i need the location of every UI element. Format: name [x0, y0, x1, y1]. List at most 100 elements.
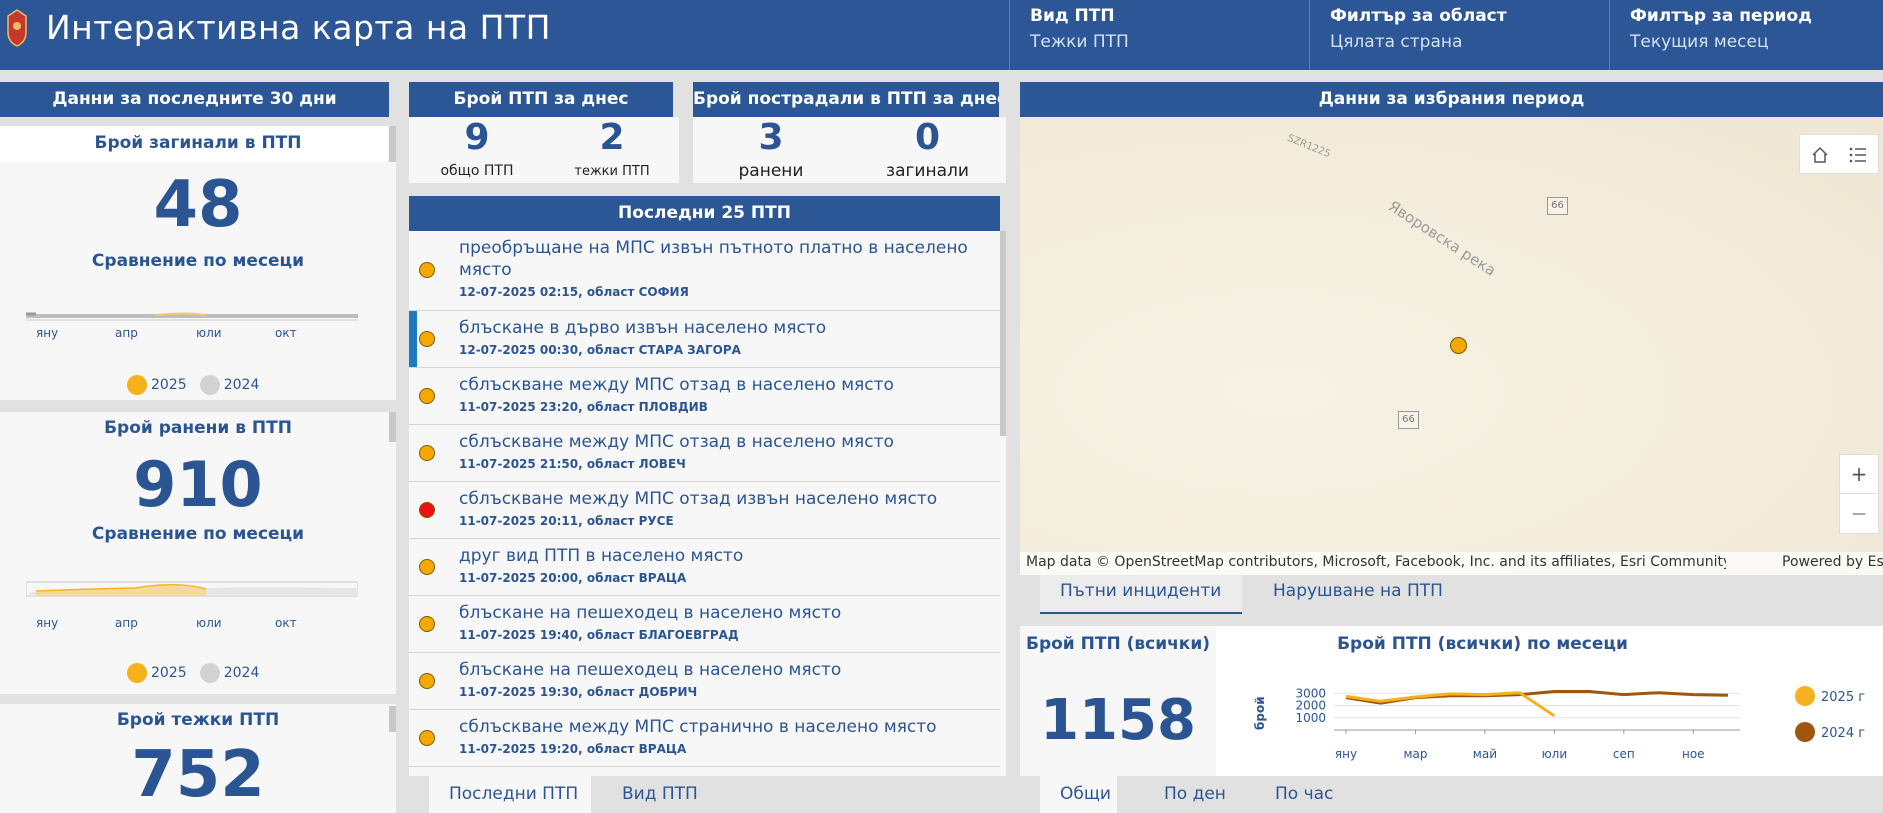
month-tick: окт	[275, 616, 297, 630]
filter-value: Тежки ПТП	[1030, 32, 1129, 52]
list-item[interactable]: сблъскване между МПС отзад в населено мя…	[409, 425, 1000, 482]
map-header: Данни за избрания период	[1020, 82, 1883, 117]
home-icon[interactable]	[1810, 145, 1830, 165]
tab-by-day[interactable]: По ден	[1164, 784, 1226, 804]
monthly-line-chart: 300020001000бройяну мар май юли сеп ное2025 г…	[1253, 686, 1865, 761]
list-item[interactable]: сблъскване между МПС отзад извън населен…	[409, 482, 1000, 539]
selected-row-indicator	[409, 311, 417, 367]
severity-dot	[419, 616, 435, 632]
filter-period[interactable]: Филтър за период Текущия месец	[1609, 0, 1883, 70]
tab-label: Последни ПТП	[449, 784, 579, 804]
recent-list-scrollbar[interactable]	[1000, 231, 1006, 436]
y-tick-label: 1000	[1295, 711, 1326, 725]
severity-dot	[419, 673, 435, 689]
card-title: Брой загинали в ПТП	[94, 133, 302, 153]
map-river-label: Яворовска река	[1385, 197, 1500, 280]
today-total-label: общо ПТП	[440, 163, 514, 179]
tab-violations[interactable]: Нарушване на ПТП	[1273, 581, 1443, 601]
incident-meta: 11-07-2025 20:00, област ВРАЦА	[459, 571, 687, 585]
x-tick-label: мар	[1403, 747, 1427, 761]
legend-marker	[1795, 686, 1815, 706]
powered-by[interactable]: Powered by Es	[1782, 554, 1883, 570]
layer-list-icon[interactable]	[1848, 145, 1868, 165]
road-shield-icon: 66	[1547, 197, 1568, 215]
app-title: Интерактивна карта на ПТП	[46, 8, 551, 47]
tab-incident-type[interactable]: Вид ПТП	[622, 784, 698, 804]
severity-dot	[419, 559, 435, 575]
map-toolbar	[1799, 134, 1879, 174]
y-axis-label: брой	[1253, 696, 1267, 730]
ministry-logo-icon	[7, 9, 27, 47]
today-severe-value: 2	[599, 117, 625, 158]
x-tick-label: ное	[1682, 747, 1705, 761]
injured-today-stats: 3 ранени 0 загинали	[693, 117, 1006, 183]
total-card: Брой ПТП (всички) 1158	[1020, 626, 1216, 776]
deaths-value: 48	[153, 168, 243, 242]
legend-2025-dot	[127, 662, 147, 683]
filter-label: Вид ПТП	[1030, 6, 1115, 26]
x-tick-label: юли	[1542, 747, 1568, 761]
map-attribution: Map data © OpenStreetMap contributors, M…	[1026, 554, 1726, 570]
chart-legend: 2025 2024	[127, 662, 267, 683]
zoom-in-button[interactable]: +	[1840, 455, 1878, 494]
list-item[interactable]: сблъскване между МПС странично в населен…	[409, 710, 1000, 767]
severity-dot	[419, 502, 435, 518]
month-tick: апр	[115, 616, 138, 630]
list-item[interactable]: блъскане в дърво извън населено място 12-…	[409, 311, 1000, 368]
legend-2024-dot	[199, 374, 220, 395]
filter-incident-type[interactable]: Вид ПТП Тежки ПТП	[1009, 0, 1309, 70]
tab-by-hour[interactable]: По час	[1275, 784, 1333, 804]
list-item[interactable]: блъскане на пешеходец в населено място 11…	[409, 653, 1000, 710]
injured-today-header: Брой пострадали в ПТП за днес	[693, 82, 999, 117]
injured-value: 910	[133, 448, 263, 521]
card-title: Брой ранени в ПТП	[104, 418, 292, 438]
incident-marker[interactable]	[1450, 337, 1467, 354]
legend-label: 2025 г	[1821, 690, 1865, 705]
incident-meta: 11-07-2025 21:50, област ЛОВЕЧ	[459, 457, 686, 471]
list-item[interactable]: сблъскване между МПС отзад в населено мя…	[409, 368, 1000, 425]
month-tick: апр	[115, 326, 138, 340]
severity-dot	[419, 388, 435, 404]
injured-today-label: ранени	[738, 161, 804, 181]
filter-value: Текущия месец	[1630, 32, 1769, 52]
x-tick-label: май	[1473, 747, 1497, 761]
list-item[interactable]: блъскане на пешеходец в населено място 11…	[409, 596, 1000, 653]
today-stats: 9 общо ПТП 2 тежки ПТП	[409, 117, 679, 183]
killed-today-label: загинали	[886, 161, 969, 181]
total-title: Брой ПТП (всички)	[1025, 634, 1210, 654]
incident-meta: 11-07-2025 19:30, област ДОБРИЧ	[459, 685, 698, 699]
severity-dot	[419, 262, 435, 278]
road-shield-icon: 66	[1398, 411, 1419, 429]
killed-today-value: 0	[914, 117, 941, 158]
zoom-out-button[interactable]: —	[1840, 495, 1878, 534]
month-tick: яну	[36, 616, 59, 630]
severity-dot	[419, 331, 435, 347]
legend-2025-dot	[127, 374, 147, 395]
legend-label: 2025	[151, 664, 187, 681]
list-item[interactable]: друг вид ПТП в населено място 11-07-2025 …	[409, 539, 1000, 596]
incident-title: сблъскване между МПС отзад извън населен…	[459, 489, 938, 509]
monthly-chart-card: Брой ПТП (всички) по месеци 3000 2000 1000…	[1216, 626, 1883, 776]
filter-value: Цялата страна	[1330, 32, 1463, 52]
incident-meta: 12-07-2025 00:30, област СТАРА ЗАГОРА	[459, 343, 741, 357]
map-view[interactable]: SZR1225 Яворовска река 66 66 + — Map dat…	[1020, 117, 1883, 575]
severe-value: 752	[131, 738, 265, 812]
total-value: 1158	[1040, 688, 1196, 753]
tab-general[interactable]: Общи	[1040, 776, 1117, 813]
filter-label: Филтър за период	[1630, 6, 1812, 26]
legend-label: 2025	[151, 376, 187, 393]
tab-road-incidents[interactable]: Пътни инциденти	[1040, 575, 1242, 614]
filter-region[interactable]: Филтър за област Цялата страна	[1309, 0, 1609, 70]
x-tick-label: яну	[1335, 747, 1357, 761]
month-tick: окт	[275, 326, 297, 340]
incident-meta: 11-07-2025 19:20, област ВРАЦА	[459, 742, 687, 756]
recent-header: Последни 25 ПТП	[409, 196, 1000, 231]
tab-recent-incidents[interactable]: Последни ПТП	[429, 776, 591, 813]
legend-label: 2024 г	[1821, 726, 1865, 741]
injured-today-value: 3	[758, 117, 784, 158]
legend-2024-dot	[199, 662, 220, 683]
severe-card: Брой тежки ПТП 752	[0, 704, 396, 813]
injured-card: Брой ранени в ПТП 910 Сравнение по месец…	[0, 412, 396, 694]
incident-title: друг вид ПТП в населено място	[459, 546, 744, 566]
list-item[interactable]: преобръщане на МПС извън пътното платно …	[409, 231, 1000, 311]
